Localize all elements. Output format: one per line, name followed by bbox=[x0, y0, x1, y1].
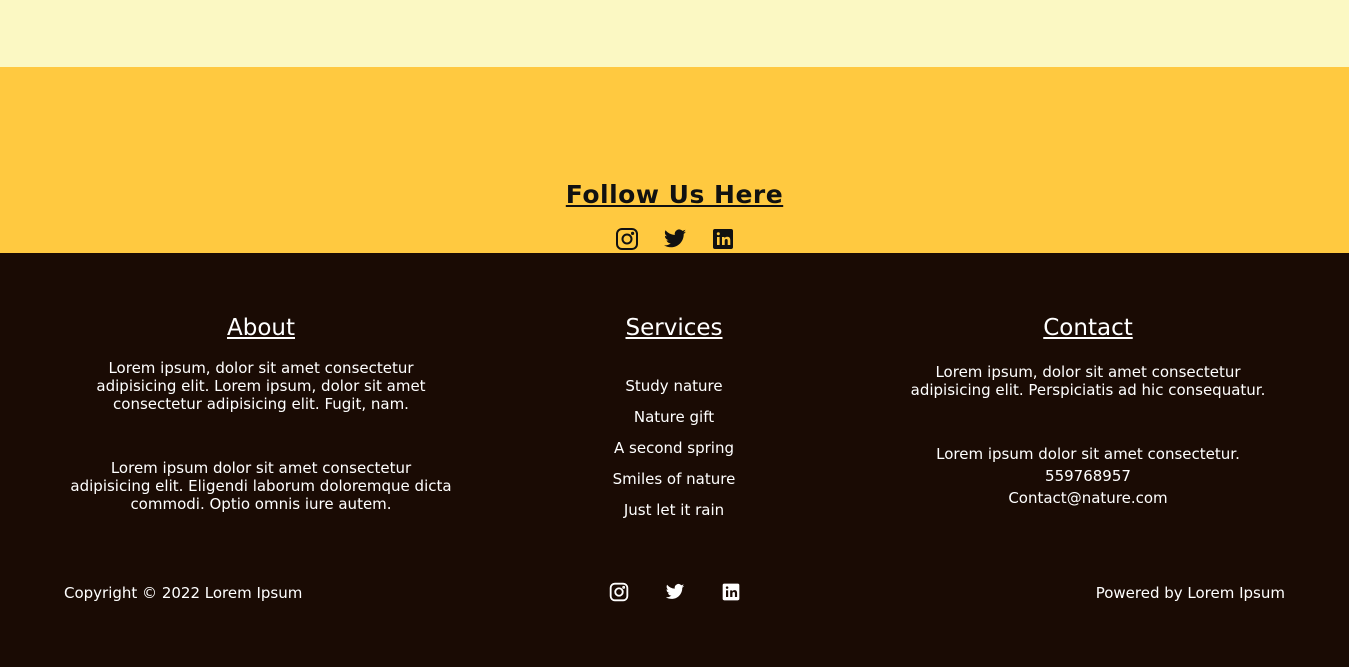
services-item-a-second-spring[interactable]: A second spring bbox=[560, 433, 788, 464]
linkedin-icon[interactable] bbox=[710, 226, 736, 252]
twitter-icon[interactable] bbox=[662, 226, 688, 252]
services-list: Study nature Nature gift A second spring… bbox=[560, 371, 788, 526]
contact-paragraph-1: Lorem ipsum, dolor sit amet consectetur … bbox=[910, 363, 1266, 399]
services-item-nature-gift[interactable]: Nature gift bbox=[560, 402, 788, 433]
services-item-study-nature[interactable]: Study nature bbox=[560, 371, 788, 402]
follow-section: Follow Us Here bbox=[0, 67, 1349, 253]
about-column: About Lorem ipsum, dolor sit amet consec… bbox=[70, 315, 452, 513]
twitter-icon[interactable] bbox=[664, 581, 686, 603]
contact-column: Contact Lorem ipsum, dolor sit amet cons… bbox=[895, 315, 1281, 509]
contact-email[interactable]: Contact@nature.com bbox=[1008, 489, 1167, 507]
services-column: Services Study nature Nature gift A seco… bbox=[560, 315, 788, 526]
powered-by-text: Powered by Lorem Ipsum bbox=[1095, 584, 1285, 602]
instagram-icon[interactable] bbox=[614, 226, 640, 252]
about-heading: About bbox=[226, 315, 295, 341]
about-paragraph-2: Lorem ipsum dolor sit amet consectetur a… bbox=[70, 459, 452, 513]
follow-heading: Follow Us Here bbox=[565, 180, 784, 209]
site-footer: About Lorem ipsum, dolor sit amet consec… bbox=[0, 253, 1349, 667]
services-heading: Services bbox=[625, 315, 723, 341]
linkedin-icon[interactable] bbox=[720, 581, 742, 603]
about-paragraph-1: Lorem ipsum, dolor sit amet consectetur … bbox=[96, 359, 426, 413]
footer-bottom-bar: Copyright © 2022 Lorem Ipsum Powered by … bbox=[0, 581, 1349, 605]
top-band bbox=[0, 0, 1349, 67]
contact-phone: 559768957 bbox=[1045, 467, 1131, 485]
instagram-icon[interactable] bbox=[608, 581, 630, 603]
contact-heading: Contact bbox=[1043, 315, 1133, 341]
contact-details: Lorem ipsum dolor sit amet consectetur. … bbox=[895, 443, 1281, 509]
follow-social-icons bbox=[0, 226, 1349, 252]
contact-paragraph-2: Lorem ipsum dolor sit amet consectetur. bbox=[936, 445, 1240, 463]
services-item-smiles-of-nature[interactable]: Smiles of nature bbox=[560, 464, 788, 495]
services-item-just-let-it-rain[interactable]: Just let it rain bbox=[560, 495, 788, 526]
